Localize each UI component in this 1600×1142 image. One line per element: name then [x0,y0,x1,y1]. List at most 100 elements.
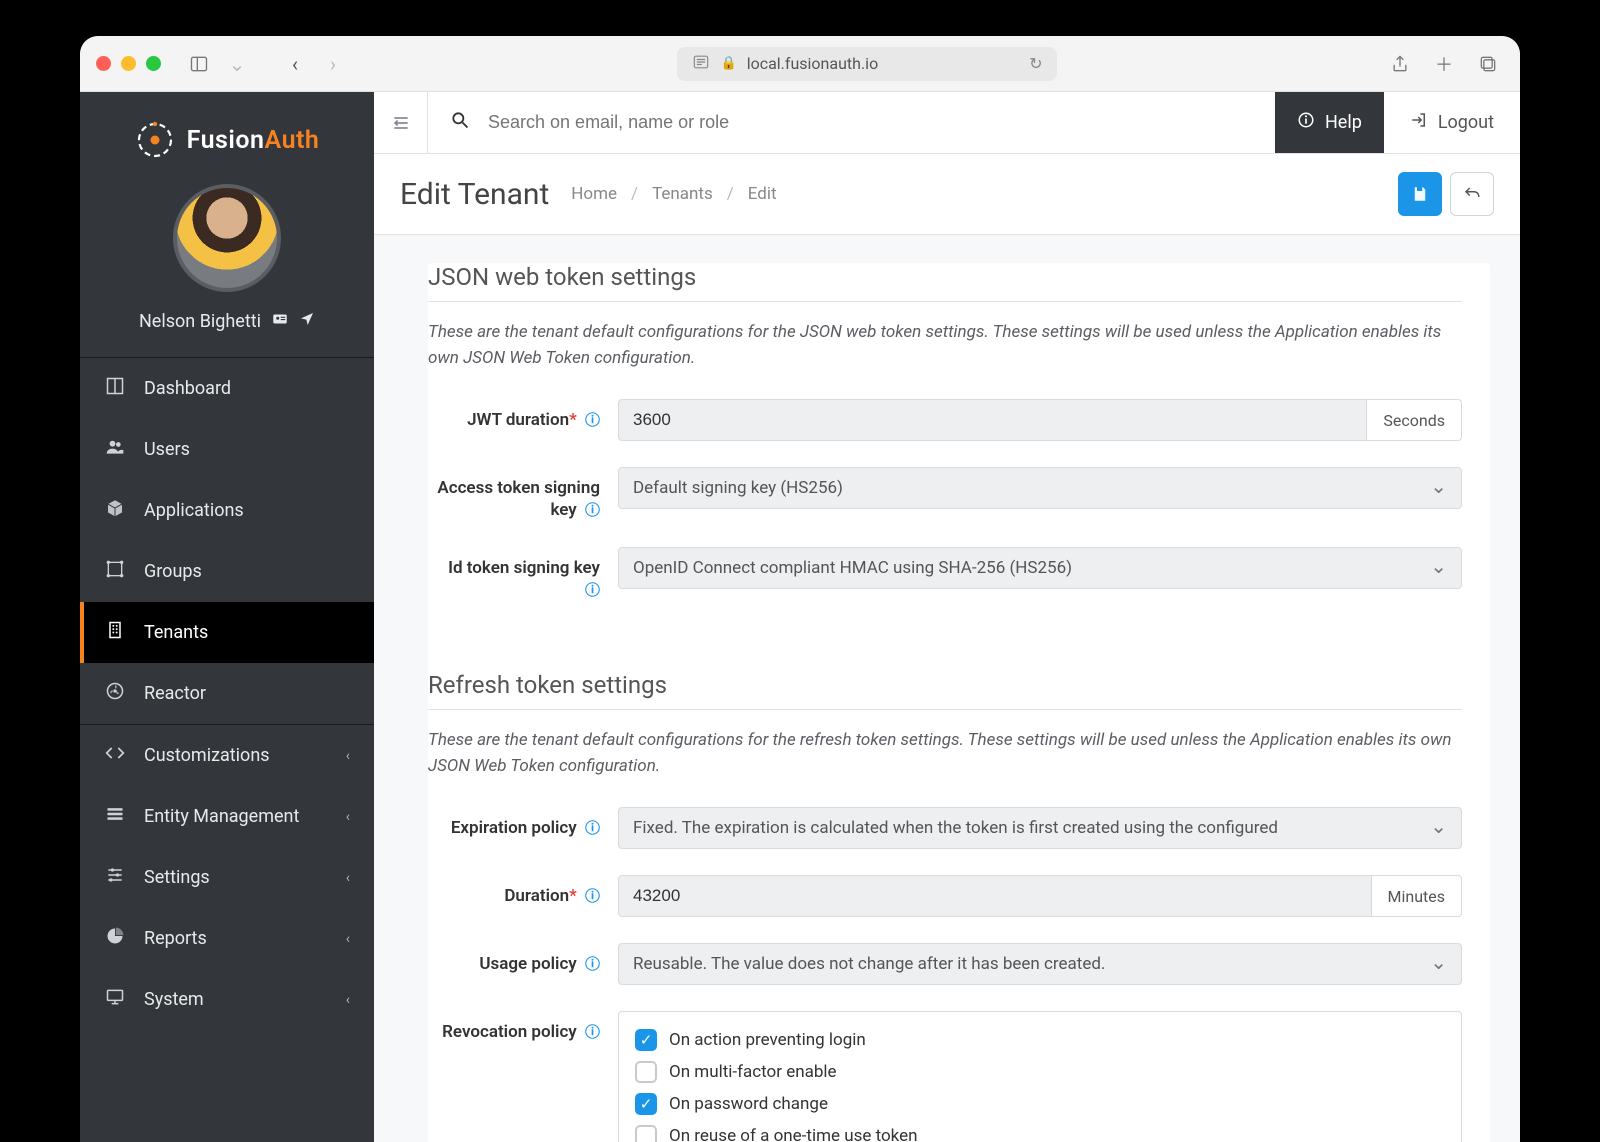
logout-label: Logout [1438,112,1494,133]
info-icon[interactable]: ⓘ [585,1023,600,1041]
sidebar-item-label: Settings [144,867,210,888]
info-icon[interactable]: ⓘ [585,887,600,905]
exp-policy-select[interactable]: Fixed. The expiration is calculated when… [618,807,1462,849]
reactor-icon [104,681,126,706]
logout-button[interactable]: Logout [1384,111,1520,134]
revocation-option-password-change[interactable]: ✓ On password change [635,1088,1445,1120]
revocation-option-mfa-enable[interactable]: On multi-factor enable [635,1056,1445,1088]
sidebar-item-dashboard[interactable]: Dashboard [80,358,374,419]
help-label: Help [1325,112,1362,133]
info-icon [1297,111,1315,134]
topbar: Help Logout [374,92,1520,154]
maximize-window-button[interactable] [146,56,161,71]
sidebar-item-groups[interactable]: Groups [80,541,374,602]
exp-policy-label: Expiration policy ⓘ [428,807,618,839]
desktop-icon [104,987,126,1012]
address-bar[interactable]: 🔒 local.fusionauth.io ↻ [677,47,1057,81]
sidebar-item-reports[interactable]: Reports ‹ [80,908,374,969]
code-icon [104,743,126,768]
sidebar: FusionAuth Nelson Bighetti [80,92,374,1142]
tenants-icon [104,620,126,645]
sidebar-item-label: Applications [144,500,244,521]
jwt-duration-input[interactable] [618,399,1367,441]
access-key-select[interactable]: Default signing key (HS256) [618,467,1462,509]
revocation-label: Revocation policy ⓘ [428,1011,618,1043]
checkbox-label: On password change [669,1094,828,1114]
checkbox-icon[interactable] [635,1125,657,1142]
main-content: Help Logout Edit Tenant Home / Tenants /… [374,92,1520,1142]
dashboard-icon [104,376,126,401]
new-tab-icon[interactable]: ＋ [1428,50,1460,78]
brand-logo-mark [135,120,175,160]
location-arrow-icon[interactable] [299,311,315,332]
jwt-duration-unit: Seconds [1367,399,1462,441]
brand-logo: FusionAuth [80,92,374,170]
sidebar-item-label: Groups [144,561,202,582]
tabs-icon[interactable] [1472,50,1504,78]
traffic-lights [96,56,161,71]
checkbox-label: On reuse of a one-time use token [669,1126,918,1142]
forward-button[interactable]: › [317,50,349,78]
sidebar-item-system[interactable]: System ‹ [80,969,374,1030]
page-header: Edit Tenant Home / Tenants / Edit [374,154,1520,235]
back-button[interactable] [1450,172,1494,216]
chevron-left-icon: ‹ [346,931,350,947]
sidebar-item-customizations[interactable]: Customizations ‹ [80,725,374,786]
avatar[interactable] [173,184,281,292]
section-desc-jwt: These are the tenant default configurati… [428,320,1462,371]
collapse-sidebar-button[interactable] [374,92,428,153]
exp-policy-value: Fixed. The expiration is calculated when… [633,818,1304,838]
search-icon [450,110,470,135]
search-bar [428,110,1275,135]
id-key-select[interactable]: OpenID Connect compliant HMAC using SHA-… [618,547,1462,589]
revocation-option-token-reuse[interactable]: On reuse of a one-time use token [635,1120,1445,1142]
chevron-left-icon: ‹ [346,748,350,764]
logout-icon [1410,111,1428,134]
refresh-icon[interactable]: ↻ [1029,54,1042,73]
checkbox-icon[interactable] [635,1061,657,1083]
sidebar-item-tenants[interactable]: Tenants [80,602,374,663]
reader-icon [691,52,711,76]
page-title: Edit Tenant [400,177,549,212]
checkbox-icon[interactable]: ✓ [635,1093,657,1115]
lock-icon: 🔒 [721,56,737,71]
sidebar-item-reactor[interactable]: Reactor [80,663,374,724]
sidebar-toggle-icon[interactable] [183,50,215,78]
info-icon[interactable]: ⓘ [585,581,600,599]
close-window-button[interactable] [96,56,111,71]
sidebar-item-users[interactable]: Users [80,419,374,480]
form-row-duration: Duration* ⓘ Minutes [428,875,1462,917]
breadcrumb-item[interactable]: Tenants [652,184,713,204]
id-card-icon[interactable] [271,310,289,333]
info-icon[interactable]: ⓘ [585,819,600,837]
sidebar-item-settings[interactable]: Settings ‹ [80,847,374,908]
form-row-id-key: Id token signing key ⓘ OpenID Connect co… [428,547,1462,601]
form-row-revocation: Revocation policy ⓘ ✓ On action preventi… [428,1011,1462,1142]
revocation-option-prevent-login[interactable]: ✓ On action preventing login [635,1024,1445,1056]
sidebar-item-applications[interactable]: Applications [80,480,374,541]
titlebar-dropdown-icon[interactable]: ⌄ [221,50,253,78]
info-icon[interactable]: ⓘ [585,501,600,519]
help-button[interactable]: Help [1275,92,1384,153]
section-title-jwt: JSON web token settings [428,263,1462,302]
info-icon[interactable]: ⓘ [585,411,600,429]
minimize-window-button[interactable] [121,56,136,71]
breadcrumb-item[interactable]: Home [571,184,617,204]
profile-section: Nelson Bighetti [80,170,374,357]
search-input[interactable] [488,112,1253,133]
id-key-value: OpenID Connect compliant HMAC using SHA-… [633,558,1072,578]
profile-name: Nelson Bighetti [139,311,261,332]
section-title-refresh: Refresh token settings [428,671,1462,710]
checkbox-icon[interactable]: ✓ [635,1029,657,1051]
back-button[interactable]: ‹ [279,50,311,78]
sidebar-item-entity-management[interactable]: Entity Management ‹ [80,786,374,847]
chevron-left-icon: ‹ [346,870,350,886]
revocation-checkbox-group: ✓ On action preventing login On multi-fa… [618,1011,1462,1142]
info-icon[interactable]: ⓘ [585,955,600,973]
sidebar-item-label: Tenants [144,622,208,643]
browser-title-bar: ⌄ ‹ › 🔒 local.fusionauth.io ↻ ＋ [80,36,1520,92]
share-icon[interactable] [1384,50,1416,78]
save-button[interactable] [1398,172,1442,216]
duration-input[interactable] [618,875,1372,917]
usage-policy-select[interactable]: Reusable. The value does not change afte… [618,943,1462,985]
